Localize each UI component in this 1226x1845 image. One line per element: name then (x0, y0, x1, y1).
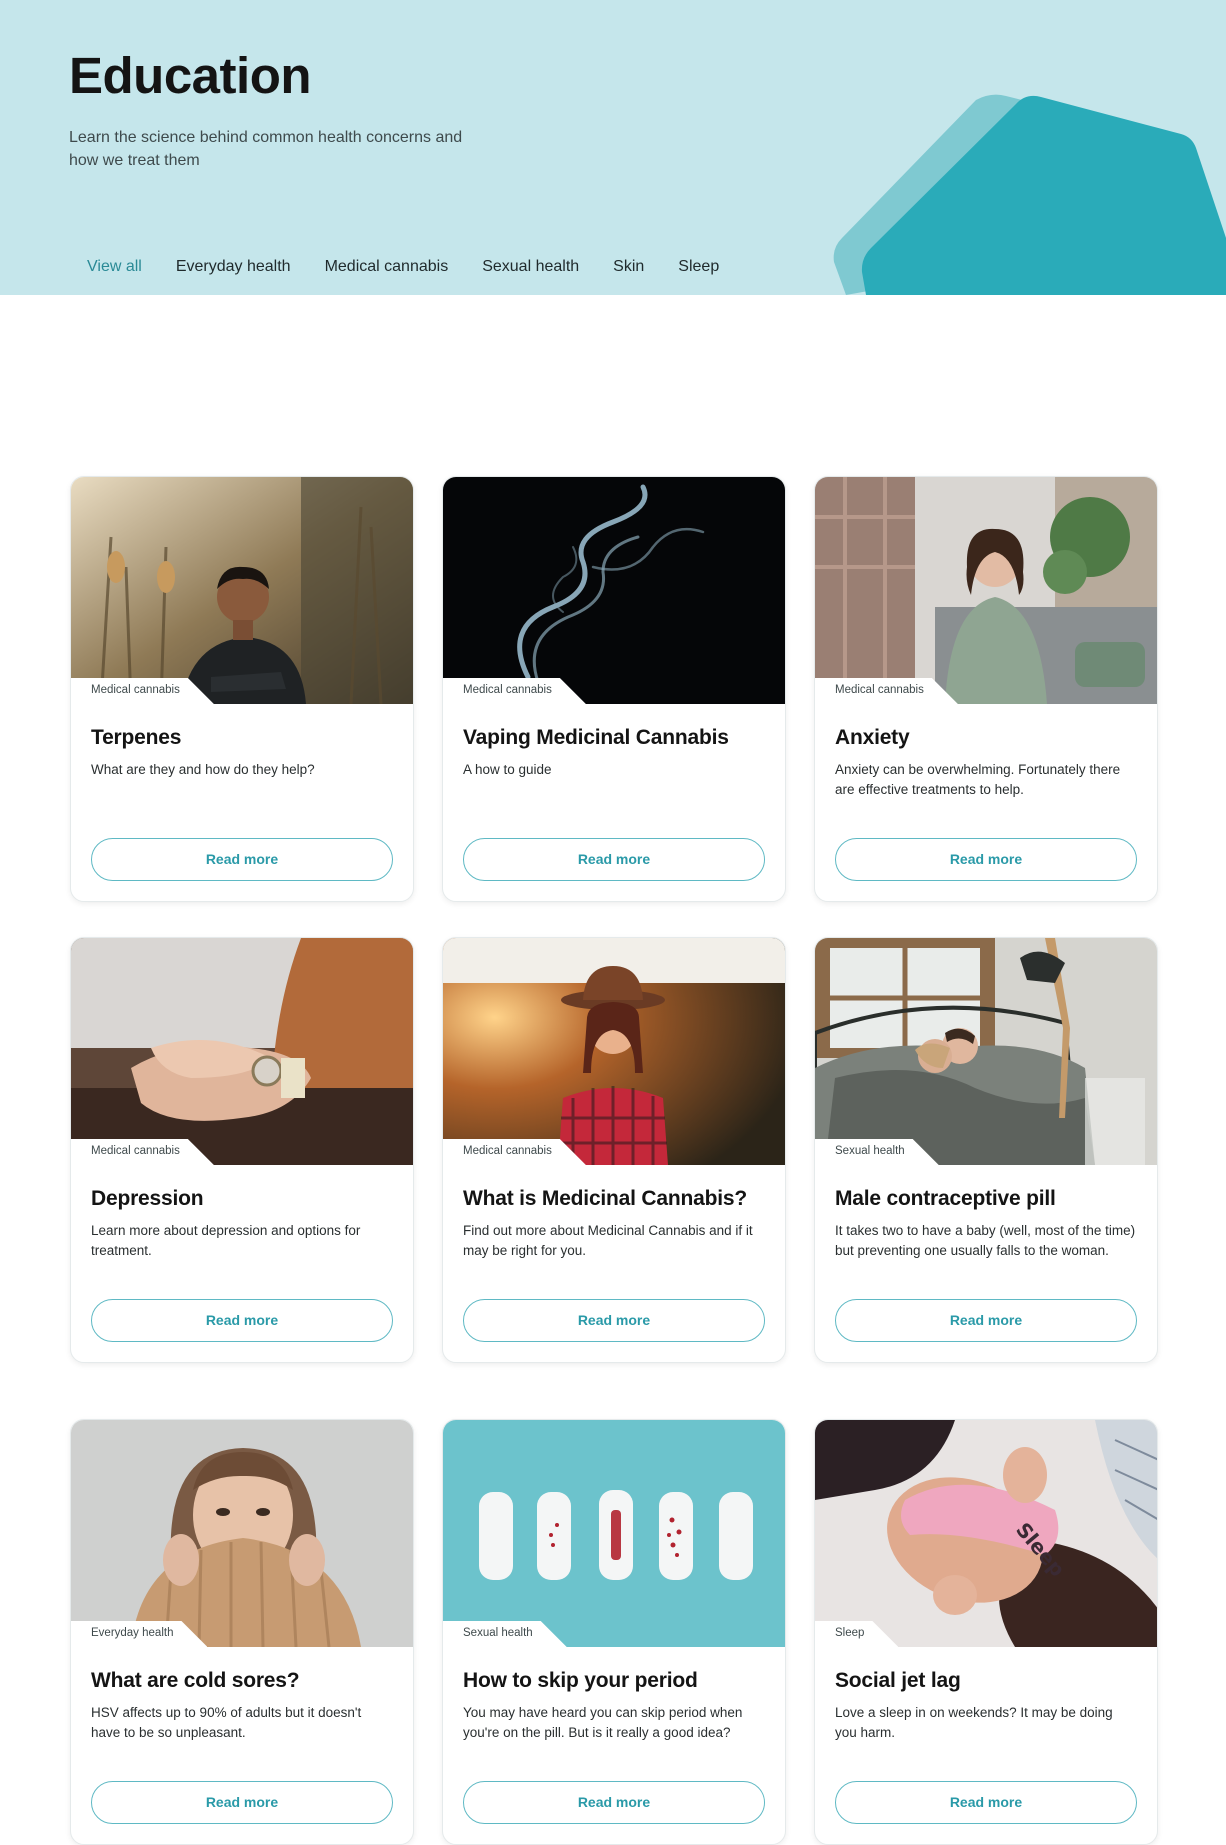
card-title[interactable]: Vaping Medicinal Cannabis (463, 726, 765, 750)
read-more-button[interactable]: Read more (835, 1781, 1137, 1824)
category-tabs: View all Everyday health Medical cannabi… (70, 258, 736, 276)
article-card[interactable]: Medical cannabis Vaping Medicinal Cannab… (442, 476, 786, 902)
tab-sexual-health[interactable]: Sexual health (465, 258, 596, 276)
card-description: A how to guide (463, 762, 552, 777)
read-more-button[interactable]: Read more (463, 838, 765, 881)
card-description: What are they and how do they help? (91, 762, 315, 777)
article-card[interactable]: Medical cannabis Terpenes What are they … (70, 476, 414, 902)
card-description: It takes two to have a baby (well, most … (835, 1223, 1136, 1258)
read-more-button[interactable]: Read more (463, 1781, 765, 1824)
article-card[interactable]: Sleep Sleep Social jet lag Love a sleep … (814, 1419, 1158, 1845)
article-card[interactable]: Sexual health Male contraceptive pill It… (814, 937, 1158, 1363)
tab-medical-cannabis[interactable]: Medical cannabis (308, 258, 466, 276)
read-more-button[interactable]: Read more (91, 1781, 393, 1824)
card-title[interactable]: Anxiety (835, 726, 1137, 750)
card-description: You may have heard you can skip period w… (463, 1705, 743, 1740)
couple-in-bed-photo: Sexual health (815, 938, 1157, 1165)
article-card[interactable]: Medical cannabis What is Medicinal Canna… (442, 937, 786, 1363)
smoke-on-black-photo: Medical cannabis (443, 477, 785, 704)
man-smiling-in-field-photo: Medical cannabis (71, 477, 413, 704)
card-title[interactable]: How to skip your period (463, 1669, 765, 1693)
tab-sleep[interactable]: Sleep (661, 258, 736, 276)
card-title[interactable]: What are cold sores? (91, 1669, 393, 1693)
read-more-button[interactable]: Read more (91, 1299, 393, 1342)
card-title[interactable]: Terpenes (91, 726, 393, 750)
read-more-button[interactable]: Read more (835, 838, 1137, 881)
holding-hands-photo: Medical cannabis (71, 938, 413, 1165)
card-title[interactable]: Male contraceptive pill (835, 1187, 1137, 1211)
sanitary-pads-photo: Sexual health (443, 1420, 785, 1647)
card-description: Love a sleep in on weekends? It may be d… (835, 1705, 1113, 1740)
decorative-shape (833, 94, 1226, 295)
tab-view-all[interactable]: View all (70, 258, 159, 276)
read-more-button[interactable]: Read more (463, 1299, 765, 1342)
article-card[interactable]: Everyday health What are cold sores? HSV… (70, 1419, 414, 1845)
card-description: Find out more about Medicinal Cannabis a… (463, 1223, 753, 1258)
article-card[interactable]: Medical cannabis Depression Learn more a… (70, 937, 414, 1363)
tab-skin[interactable]: Skin (596, 258, 661, 276)
card-title[interactable]: What is Medicinal Cannabis? (463, 1187, 765, 1211)
article-card[interactable]: Sexual health How to skip your period Yo… (442, 1419, 786, 1845)
card-description: HSV affects up to 90% of adults but it d… (91, 1705, 362, 1740)
woman-on-sofa-photo: Medical cannabis (815, 477, 1157, 704)
read-more-button[interactable]: Read more (91, 838, 393, 881)
tab-everyday-health[interactable]: Everyday health (159, 258, 308, 276)
page-title: Education (69, 47, 312, 104)
hero-banner: Education Learn the science behind commo… (0, 0, 1226, 295)
card-description: Learn more about depression and options … (91, 1223, 361, 1258)
article-card[interactable]: Medical cannabis Anxiety Anxiety can be … (814, 476, 1158, 902)
woman-in-hat-sunset-photo: Medical cannabis (443, 938, 785, 1165)
card-title[interactable]: Depression (91, 1187, 393, 1211)
card-title[interactable]: Social jet lag (835, 1669, 1137, 1693)
woman-with-sleep-mask-photo: Sleep Sleep (815, 1420, 1157, 1647)
read-more-button[interactable]: Read more (835, 1299, 1137, 1342)
card-description: Anxiety can be overwhelming. Fortunately… (835, 762, 1121, 797)
page-subtitle: Learn the science behind common health c… (69, 129, 463, 169)
woman-covering-mouth-photo: Everyday health (71, 1420, 413, 1647)
